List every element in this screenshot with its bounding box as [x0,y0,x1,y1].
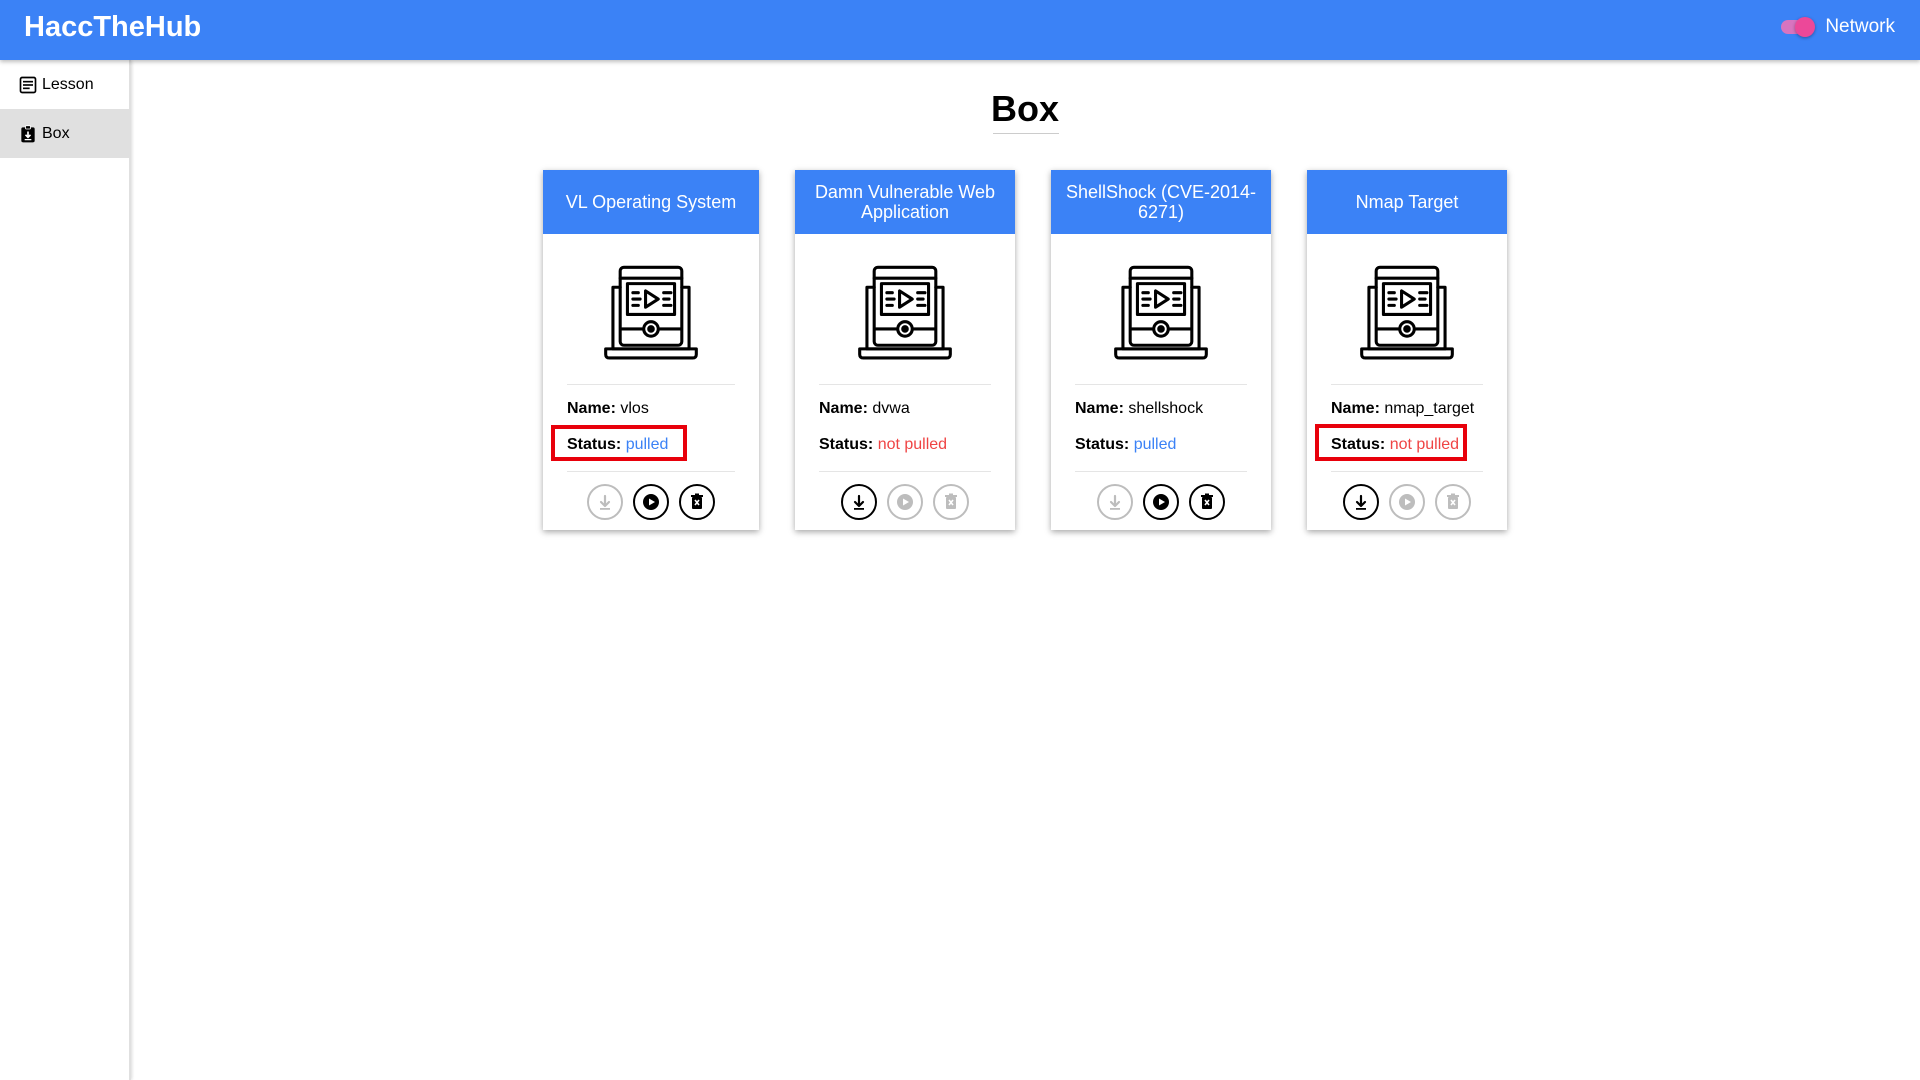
name-label: Name: [1075,400,1124,417]
app-bar: HaccTheHub Network [0,0,1920,60]
card-actions [795,472,1015,520]
card-image [543,234,759,384]
status-label: Status: [1075,436,1130,453]
name-label: Name: [567,400,616,417]
card-actions [1307,472,1507,520]
play-icon [1153,494,1169,510]
download-icon [1109,494,1121,510]
download-icon [599,494,611,510]
video-laptop-icon [1114,265,1208,360]
pull-button[interactable] [841,484,877,520]
card-title: VL Operating System [543,170,759,234]
run-button[interactable] [1389,484,1425,520]
play-icon [1399,494,1415,510]
status-label: Status: [819,436,874,453]
box-name: nmap_target [1384,400,1475,417]
delete-button[interactable] [1435,484,1471,520]
status-value: pulled [1133,436,1177,453]
status-value: not pulled [877,436,948,453]
box-card: Nmap Target Name: nmap_target Status: not … [1307,170,1507,530]
network-switch[interactable] [1779,17,1816,37]
video-laptop-icon [604,265,698,360]
download-icon [853,494,865,510]
delete-button[interactable] [679,484,715,520]
download-icon [1355,494,1367,510]
status-highlight-box [1315,424,1467,461]
card-actions [1051,472,1271,520]
name-label: Name: [1331,400,1380,417]
network-toggle[interactable]: Network [1779,16,1895,38]
card-info: Name: shellshock Status: pulled [1051,385,1271,471]
box-card: VL Operating System Name: vlos Status: pul… [543,170,759,530]
status-row: Status: not pulled [819,435,991,471]
card-actions [543,472,759,520]
box-name: shellshock [1128,400,1204,417]
delete-button[interactable] [1189,484,1225,520]
card-image [1051,234,1271,384]
delete-icon [691,493,703,509]
page-title: Box [990,88,1059,129]
network-label: Network [1825,16,1895,37]
delete-icon [1201,493,1213,509]
sidebar: Lesson Box [0,60,131,1080]
card-title: Damn Vulnerable Web Application [795,170,1015,234]
delete-button[interactable] [933,484,969,520]
status-row: Status: pulled [1075,435,1247,471]
app-title: HaccTheHub [24,11,202,43]
run-button[interactable] [887,484,923,520]
run-button[interactable] [1143,484,1179,520]
delete-icon [1447,493,1459,509]
name-row: Name: shellshock [1075,399,1247,435]
box-name: vlos [620,400,649,417]
pull-button[interactable] [1343,484,1379,520]
card-title: Nmap Target [1307,170,1507,234]
box-card: Damn Vulnerable Web Application Name: dvw… [795,170,1015,530]
card-info: Name: dvwa Status: not pulled [795,385,1015,471]
play-icon [643,494,659,510]
delete-icon [945,493,957,509]
video-laptop-icon [858,265,952,360]
card-image [1307,234,1507,384]
box-name: dvwa [872,400,910,417]
card-title: ShellShock (CVE-2014-6271) [1051,170,1271,234]
box-card: ShellShock (CVE-2014-6271) Name: shellsho… [1051,170,1271,530]
name-row: Name: dvwa [819,399,991,435]
pull-button[interactable] [1097,484,1133,520]
status-highlight-box [551,425,687,461]
run-button[interactable] [633,484,669,520]
video-laptop-icon [1360,265,1454,360]
name-label: Name: [819,400,868,417]
card-image [795,234,1015,384]
switch-thumb [1795,17,1816,37]
pull-button[interactable] [587,484,623,520]
play-icon [897,494,913,510]
